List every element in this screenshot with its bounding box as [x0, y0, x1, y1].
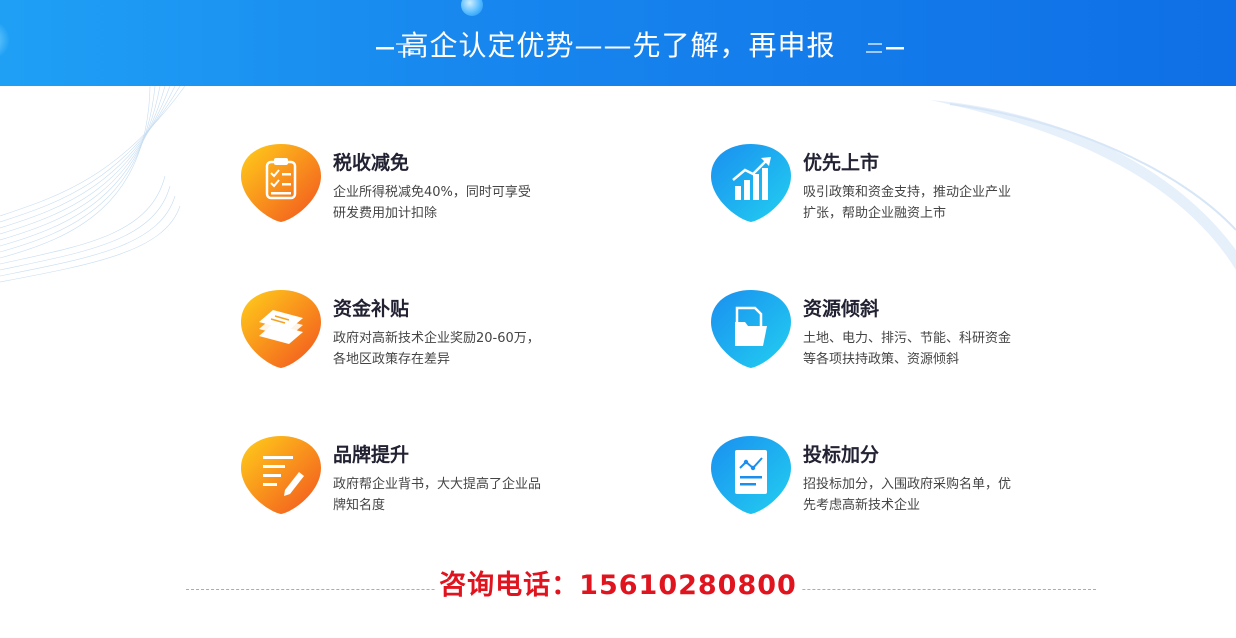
- background-wave-lines: [0, 86, 186, 283]
- card-title: 投标加分: [803, 444, 880, 466]
- contact-phone-text[interactable]: 咨询电话：15610280800: [435, 570, 801, 601]
- advantage-card-tax: 税收减免 企业所得税减免40%，同时可享受研发费用加计扣除: [241, 142, 571, 232]
- card-title: 优先上市: [803, 152, 880, 174]
- title-dash-decoration-right: [866, 43, 904, 53]
- money-stack-icon: [241, 290, 321, 368]
- card-description: 企业所得税减免40%，同时可享受研发费用加计扣除: [333, 185, 531, 221]
- folder-icon: [711, 290, 791, 368]
- card-description: 招投标加分，入围政府采购名单，优先考虑高新技术企业: [803, 477, 1012, 513]
- advantage-card-brand: 品牌提升 政府帮企业背书，大大提高了企业品牌知名度: [241, 434, 571, 524]
- contact-phone[interactable]: 咨询电话：15610280800: [0, 568, 1236, 604]
- report-chart-icon: [711, 436, 791, 514]
- checklist-icon: [241, 144, 321, 222]
- water-drop-icon: [461, 0, 483, 16]
- advantage-card-listing: 优先上市 吸引政策和资金支持，推动企业产业扩张，帮助企业融资上市: [711, 142, 1041, 232]
- card-description: 土地、电力、排污、节能、科研资金等各项扶持政策、资源倾斜: [803, 331, 1012, 367]
- document-pen-icon: [241, 436, 321, 514]
- card-description: 政府帮企业背书，大大提高了企业品牌知名度: [333, 477, 542, 513]
- card-title: 品牌提升: [333, 444, 410, 466]
- advantage-card-bidding: 投标加分 招投标加分，入围政府采购名单，优先考虑高新技术企业: [711, 434, 1041, 524]
- card-title: 资源倾斜: [803, 298, 880, 320]
- page-title: 高企认定优势——先了解，再申报: [400, 29, 836, 62]
- advantage-card-subsidy: 资金补贴 政府对高新技术企业奖励20-60万，各地区政策存在差异: [241, 288, 571, 378]
- card-description: 吸引政策和资金支持，推动企业产业扩张，帮助企业融资上市: [803, 185, 1012, 221]
- card-title: 税收减免: [333, 152, 410, 174]
- card-description: 政府对高新技术企业奖励20-60万，各地区政策存在差异: [333, 331, 540, 367]
- growth-chart-icon: [711, 144, 791, 222]
- card-title: 资金补贴: [333, 298, 410, 320]
- header-banner: 高企认定优势——先了解，再申报: [0, 0, 1236, 86]
- advantage-card-resources: 资源倾斜 土地、电力、排污、节能、科研资金等各项扶持政策、资源倾斜: [711, 288, 1041, 378]
